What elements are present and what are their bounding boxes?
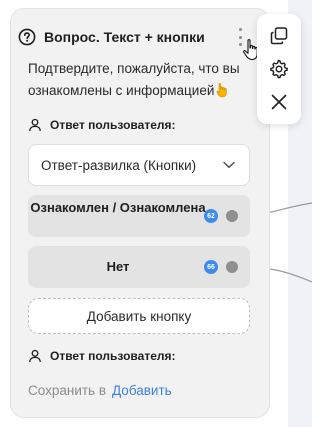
option-badge-2: 66 [204, 260, 218, 274]
add-button-button[interactable]: Добавить кнопку [28, 298, 250, 334]
node-title: Вопрос. Текст + кнопки [44, 29, 205, 45]
message-body: Подтвердите, пожалуйста, что вы ознакомл… [28, 61, 240, 98]
option-button-2[interactable]: Нет 66 [28, 246, 250, 288]
question-circle-icon [18, 28, 36, 46]
answer-type-select[interactable]: Ответ-развилка (Кнопки) [28, 144, 250, 186]
option-badge-1: 62 [204, 209, 218, 223]
user-icon [28, 118, 42, 132]
chevron-down-icon [223, 161, 235, 169]
node-toolbar [257, 14, 301, 124]
option-label-2: Нет [106, 259, 130, 274]
user-icon [28, 349, 42, 363]
gear-icon[interactable] [267, 57, 291, 81]
save-label: Сохранить в [28, 382, 107, 398]
answer-label-text: Ответ пользователя: [50, 349, 176, 363]
option-button-1[interactable]: Ознакомлен / Ознакомлена 62 [28, 195, 250, 237]
answer-type-value: Ответ-развилка (Кнопки) [41, 157, 197, 173]
answer-label-text: Ответ пользователя: [50, 118, 176, 132]
message-text: Подтвердите, пожалуйста, что вы ознакомл… [28, 58, 258, 105]
save-add-link[interactable]: Добавить [112, 383, 172, 398]
pointing-hand-emoji-icon [216, 82, 230, 105]
option-label-1: Ознакомлен / Ознакомлена [30, 200, 206, 215]
option-port-1[interactable] [226, 210, 238, 222]
node-header: Вопрос. Текст + кнопки [18, 26, 205, 48]
answer-label-bottom: Ответ пользователя: [28, 347, 176, 365]
option-port-2[interactable] [226, 261, 238, 273]
save-row: Сохранить в Добавить [28, 381, 172, 399]
close-icon[interactable] [267, 90, 291, 114]
copy-icon[interactable] [267, 24, 291, 48]
answer-label-top: Ответ пользователя: [28, 116, 176, 134]
